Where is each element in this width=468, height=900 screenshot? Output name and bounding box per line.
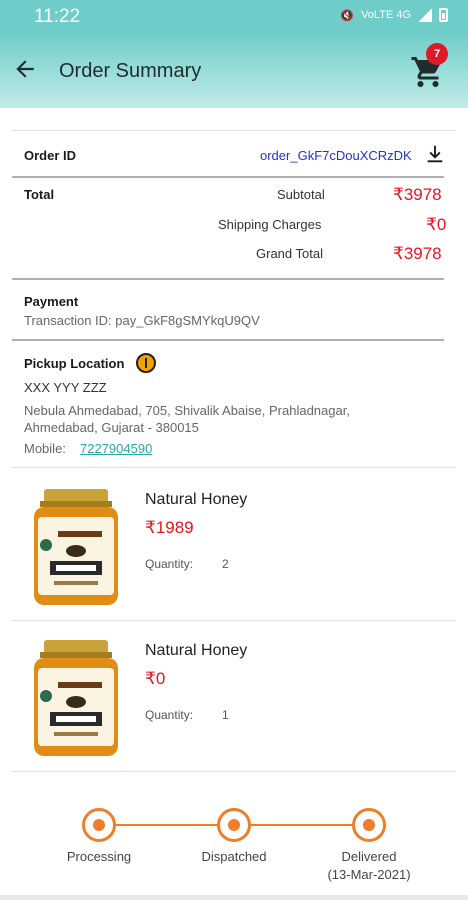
mute-icon: 🔇	[340, 9, 355, 22]
item-quantity-value: 1	[222, 708, 229, 722]
mobile-number-link[interactable]: 7227904590	[80, 441, 152, 456]
download-icon[interactable]	[424, 143, 446, 165]
grand-total-label: Grand Total	[256, 246, 323, 261]
tracking-step-label: Processing	[66, 849, 132, 864]
divider	[12, 278, 444, 280]
item-price: ₹1989	[145, 518, 194, 537]
divider	[12, 620, 456, 621]
tracking-step-date: (13-Mar-2021)	[327, 867, 411, 882]
tracking-step-delivered-icon	[352, 808, 386, 842]
grand-total-value: ₹3978	[393, 244, 442, 263]
item-quantity-label: Quantity:	[145, 557, 194, 571]
order-id-label: Order ID	[24, 148, 77, 163]
divider	[12, 771, 456, 772]
pickup-address-line2: Ahmedabad, Gujarat - 380015	[24, 420, 199, 435]
status-bar: 11:22 🔇 VoLTE 4G	[0, 0, 468, 32]
subtotal-value: ₹3978	[393, 185, 442, 204]
network-type-label: VoLTE 4G	[361, 9, 411, 21]
bottom-edge	[0, 895, 468, 900]
mobile-label: Mobile:	[24, 441, 66, 456]
pickup-location-label: Pickup Location	[24, 356, 125, 371]
signal-icon	[418, 8, 432, 22]
tracking-step-label: Delivered	[341, 849, 397, 864]
pickup-address-line1: Nebula Ahmedabad, 705, Shivalik Abaise, …	[24, 403, 350, 418]
info-icon[interactable]	[136, 353, 156, 373]
shipping-charges-value: ₹0	[426, 215, 447, 234]
tracking-line	[250, 824, 352, 826]
tracking-line	[115, 824, 217, 826]
item-price: ₹0	[145, 669, 166, 688]
divider	[12, 176, 444, 178]
tracking-step-label: Dispatched	[201, 849, 267, 864]
back-arrow-icon[interactable]	[12, 56, 38, 82]
product-image-honey	[34, 489, 118, 605]
item-quantity-label: Quantity:	[145, 708, 194, 722]
cart-count-badge: 7	[426, 43, 448, 65]
product-image-honey	[34, 640, 118, 756]
tracking-step-processing-icon	[82, 808, 116, 842]
item-quantity-value: 2	[222, 557, 229, 571]
divider	[12, 467, 456, 468]
subtotal-label: Subtotal	[277, 187, 325, 202]
order-id-value: order_GkF7cDouXCRzDK	[260, 148, 412, 163]
divider	[12, 130, 456, 131]
app-bar: Order Summary 7	[0, 32, 468, 108]
payment-label: Payment	[24, 294, 79, 309]
page-title: Order Summary	[59, 60, 202, 82]
total-label: Total	[24, 187, 55, 202]
status-icons: 🔇 VoLTE 4G	[340, 8, 448, 22]
divider	[12, 339, 444, 341]
item-name: Natural Honey	[145, 642, 248, 659]
tracking-step-dispatched-icon	[217, 808, 251, 842]
shipping-charges-label: Shipping Charges	[218, 217, 322, 232]
status-time: 11:22	[34, 6, 81, 27]
battery-icon	[439, 8, 448, 22]
item-name: Natural Honey	[145, 491, 248, 508]
transaction-id: Transaction ID: pay_GkF8gSMYkqU9QV	[24, 313, 260, 328]
pickup-name: XXX YYY ZZZ	[24, 380, 107, 395]
